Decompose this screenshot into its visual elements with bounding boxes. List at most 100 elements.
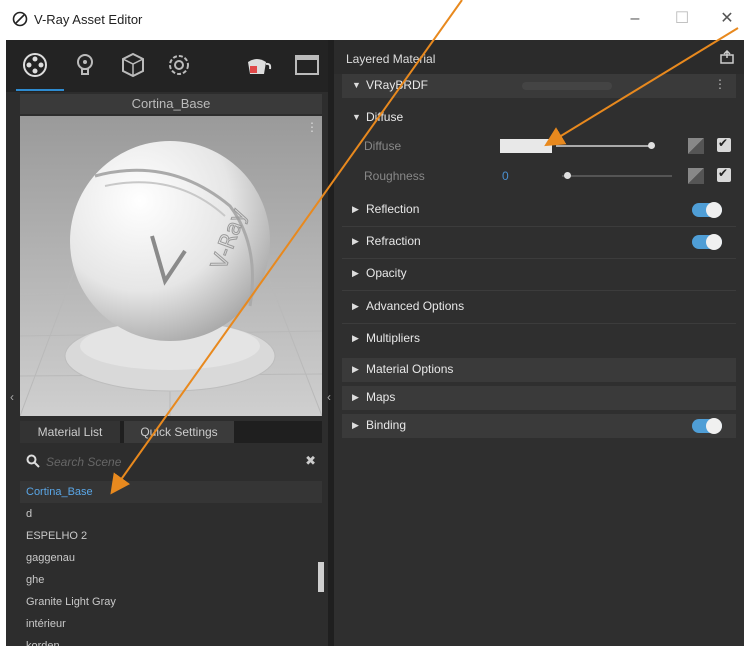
- roughness-slider[interactable]: [562, 175, 672, 177]
- asset-editor: Cortina_Base V-Ray ⋮ ‹ Material List Qui…: [6, 40, 744, 646]
- roughness-param-row: Roughness 0 ✔: [342, 162, 736, 190]
- section-advanced-options[interactable]: ▶ Advanced Options: [342, 295, 736, 319]
- maximize-button[interactable]: ☐: [667, 8, 697, 30]
- list-item[interactable]: Granite Light Gray: [20, 591, 322, 613]
- search-icon: [26, 454, 40, 468]
- roughness-texture-icon[interactable]: [688, 168, 704, 184]
- section-label: Material Options: [366, 362, 454, 376]
- diffuse-slider[interactable]: [556, 145, 650, 147]
- collapsed-arrow-icon: ▶: [352, 204, 359, 214]
- close-button[interactable]: ✕: [712, 8, 742, 30]
- refraction-toggle[interactable]: [692, 234, 722, 250]
- list-item[interactable]: Cortina_Base: [20, 481, 322, 503]
- category-toolbar: [6, 40, 328, 92]
- divider: [342, 258, 736, 259]
- list-item[interactable]: intérieur: [20, 613, 322, 635]
- render-window-icon[interactable]: [294, 50, 320, 80]
- collapsed-arrow-icon: ▶: [352, 268, 359, 278]
- brdf-layer-header[interactable]: ▼ VRayBRDF ⋮: [342, 74, 736, 98]
- material-list: Cortina_Base d ESPELHO 2 gaggenau ghe Gr…: [20, 481, 322, 646]
- window-title: V-Ray Asset Editor: [34, 12, 143, 27]
- active-tab-indicator: [16, 89, 64, 91]
- collapsed-arrow-icon: ▶: [352, 392, 359, 402]
- section-label: Refraction: [366, 234, 421, 248]
- collapsed-arrow-icon: ▶: [352, 364, 359, 374]
- section-material-options[interactable]: ▶ Material Options: [342, 358, 736, 382]
- search-bar[interactable]: Search Scene ✖: [20, 449, 322, 475]
- section-label: Reflection: [366, 202, 420, 216]
- diffuse-texture-icon[interactable]: [688, 138, 704, 154]
- diffuse-section-label: Diffuse: [366, 110, 404, 124]
- section-label: Advanced Options: [366, 299, 465, 313]
- roughness-param-label: Roughness: [364, 169, 425, 183]
- section-maps[interactable]: ▶ Maps: [342, 386, 736, 410]
- search-input[interactable]: Search Scene: [46, 455, 121, 469]
- material-type-label: Layered Material: [346, 52, 436, 66]
- check-icon: ✔: [718, 136, 729, 150]
- collapsed-arrow-icon: ▶: [352, 236, 359, 246]
- section-opacity[interactable]: ▶ Opacity: [342, 262, 736, 286]
- preview-sphere-image: V-Ray: [20, 116, 322, 416]
- toggle-knob: [706, 418, 722, 434]
- properties-panel: Layered Material ▼ VRayBRDF ⋮ ▼ Diffuse …: [334, 40, 744, 646]
- binding-toggle[interactable]: [692, 418, 722, 434]
- tab-quick-settings[interactable]: Quick Settings: [124, 421, 234, 443]
- render-teapot-icon[interactable]: [242, 50, 272, 80]
- collapse-left-arrow-icon[interactable]: ‹: [10, 390, 14, 404]
- section-label: Multipliers: [366, 331, 421, 345]
- section-multipliers[interactable]: ▶ Multipliers: [342, 327, 736, 351]
- diffuse-section-header[interactable]: ▼ Diffuse: [342, 106, 736, 130]
- diffuse-checkbox[interactable]: ✔: [717, 136, 731, 152]
- expanded-arrow-icon: ▼: [352, 80, 361, 90]
- layer-menu-icon[interactable]: ⋮: [714, 77, 726, 91]
- section-label: Opacity: [366, 266, 407, 280]
- settings-gear-icon[interactable]: [164, 50, 194, 80]
- section-label: Binding: [366, 418, 407, 432]
- properties-header: Layered Material: [334, 40, 744, 74]
- section-label: Maps: [366, 390, 396, 404]
- clear-search-icon[interactable]: ✖: [305, 453, 316, 469]
- material-preview: V-Ray ⋮: [20, 116, 322, 416]
- preview-asset-name: Cortina_Base: [20, 94, 322, 114]
- lights-icon[interactable]: [70, 50, 100, 80]
- roughness-checkbox[interactable]: ✔: [717, 166, 731, 182]
- divider: [342, 290, 736, 291]
- diffuse-param-row: Diffuse ✔: [342, 132, 736, 160]
- geometry-icon[interactable]: [118, 50, 148, 80]
- list-item[interactable]: korden: [20, 635, 322, 646]
- toggle-knob: [706, 234, 722, 250]
- materials-icon[interactable]: [20, 50, 50, 80]
- title-bar: V-Ray Asset Editor – ☐ ✕: [0, 0, 744, 40]
- roughness-slider-handle[interactable]: [564, 172, 571, 179]
- list-scrollbar[interactable]: [318, 562, 324, 592]
- section-reflection[interactable]: ▶ Reflection: [342, 198, 736, 222]
- roughness-value[interactable]: 0: [502, 169, 509, 183]
- layer-name-field[interactable]: [522, 82, 612, 90]
- check-icon: ✔: [718, 166, 729, 180]
- add-layer-icon[interactable]: [720, 50, 734, 64]
- list-item[interactable]: ESPELHO 2: [20, 525, 322, 547]
- material-tabs: Material List Quick Settings: [20, 421, 322, 443]
- list-item[interactable]: ghe: [20, 569, 322, 591]
- divider: [342, 323, 736, 324]
- brdf-label: VRayBRDF: [366, 78, 429, 92]
- preview-options-menu-icon[interactable]: ⋮: [306, 120, 318, 134]
- collapsed-arrow-icon: ▶: [352, 301, 359, 311]
- diffuse-slider-handle[interactable]: [648, 142, 655, 149]
- left-panel: Cortina_Base V-Ray ⋮ ‹ Material List Qui…: [6, 40, 328, 646]
- collapsed-arrow-icon: ▶: [352, 333, 359, 343]
- vray-logo-icon: [12, 11, 28, 27]
- list-item[interactable]: d: [20, 503, 322, 525]
- tab-material-list[interactable]: Material List: [20, 421, 120, 443]
- toggle-knob: [706, 202, 722, 218]
- section-refraction[interactable]: ▶ Refraction: [342, 230, 736, 254]
- minimize-button[interactable]: –: [620, 8, 650, 30]
- collapsed-arrow-icon: ▶: [352, 420, 359, 430]
- divider: [342, 226, 736, 227]
- collapse-right-arrow-icon[interactable]: ‹: [327, 390, 331, 404]
- list-item[interactable]: gaggenau: [20, 547, 322, 569]
- diffuse-color-swatch[interactable]: [500, 139, 552, 153]
- reflection-toggle[interactable]: [692, 202, 722, 218]
- section-binding[interactable]: ▶ Binding: [342, 414, 736, 438]
- expanded-arrow-icon: ▼: [352, 112, 361, 122]
